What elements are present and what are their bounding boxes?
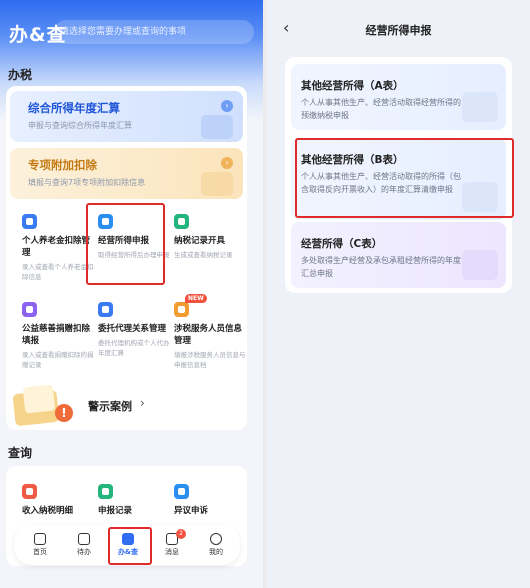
records-icon [98,484,113,499]
tab-label: 消息 [165,548,179,556]
banner-title: 综合所得年度汇算 [28,101,120,115]
grid-item-label: 异议申诉 [174,506,209,516]
grid-item-desc: 录入或查看个人养老金扣除信息 [22,263,94,281]
warning-cases-entry[interactable]: ! 警示案例 › [10,378,247,430]
warning-cases-label: 警示案例 [88,400,132,413]
home-icon [34,533,46,545]
appeal-icon [174,484,189,499]
grid-item-label: 委托代理关系管理 [98,324,167,334]
tab-mine[interactable]: 我的 [198,529,234,557]
card-form-a[interactable]: 其他经营所得（A表） 个人从事其他生产、经营活动取得经营所得的预缴纳税申报 [291,64,506,130]
card-title: 经营所得（C表） [301,238,383,250]
highlight-box [108,527,152,565]
business-income-declaration-screen: ‹ 经营所得申报 其他经营所得（A表） 个人从事其他生产、经营活动取得经营所得的… [267,0,530,588]
banner-subtitle: 填报与查询7项专项附加扣除信息 [28,178,146,187]
grid-item-desc: 填报涉税服务人员信息与申报信息档 [174,351,246,369]
grid-item-pension-deduction[interactable]: 个人养老金扣除管理 录入或查看个人养老金扣除信息 [22,214,94,282]
tab-label: 待办 [77,548,91,556]
search-input[interactable]: 请选择您需要办理或查询的事项 [54,20,254,44]
highlight-box [295,138,514,218]
calculator-icon [201,115,233,139]
card-desc: 多处取得生产经营及承包承租经营所得的年度汇总申报 [301,256,461,278]
document-icon [201,172,233,196]
profile-icon [210,533,222,545]
agency-icon [98,302,113,317]
grid-item-desc: 录入或查看捐赠扣除的捐赠记录 [22,351,94,369]
grid-item-declaration-records[interactable]: 申报记录 [98,484,170,517]
grid-item-agency-management[interactable]: 委托代理关系管理 委托代理机构或个人代办年度汇算 [98,302,170,358]
grid-item-label: 个人养老金扣除管理 [22,236,91,258]
special-deduction-banner[interactable]: 专项附加扣除 填报与查询7项专项附加扣除信息 › [10,148,243,199]
card-desc: 个人从事其他生产、经营活动取得经营所得的预缴纳税申报 [301,98,461,120]
grid-item-label: 申报记录 [98,506,133,516]
grid-item-tax-service-staff[interactable]: NEW 涉税服务人员信息管理 填报涉税服务人员信息与申报信息档 [174,294,246,370]
annual-settlement-banner[interactable]: 综合所得年度汇算 申报与查询综合所得年度汇算 › [10,91,243,142]
grid-item-label: 公益慈善捐赠扣除填报 [22,324,91,346]
grid-item-label: 收入纳税明细 [22,506,74,516]
chevron-right-icon: › [221,157,233,169]
highlight-box [86,203,165,285]
todo-icon [78,533,90,545]
pension-icon [22,214,37,229]
income-icon [22,484,37,499]
tab-label: 首页 [33,548,47,556]
banner-subtitle: 申报与查询综合所得年度汇算 [28,121,132,130]
grid-item-income-details[interactable]: 收入纳税明细 [22,484,94,517]
tab-label: 我的 [209,548,223,556]
card-title: 其他经营所得（A表） [301,80,404,92]
grid-item-desc: 委托代理机构或个人代办年度汇算 [98,339,170,357]
grid-item-desc: 生成或查看纳税记录 [174,251,233,259]
charity-icon [22,302,37,317]
grid-item-label: 纳税记录开具 [174,236,226,246]
form-icon [462,250,498,280]
chevron-right-icon: › [221,100,233,112]
grid-item-appeal[interactable]: 异议申诉 [174,484,246,517]
tab-todo[interactable]: 待办 [66,529,102,557]
staff-info-icon [174,302,189,317]
chevron-right-icon: › [140,396,145,410]
new-badge: NEW [185,294,207,303]
tab-messages[interactable]: 2 消息 [154,529,190,557]
page-title: 经营所得申报 [365,24,432,37]
warning-illustration: ! [10,378,73,430]
unread-badge: 2 [176,529,186,539]
record-icon [174,214,189,229]
section-title-tax: 办税 [8,68,33,82]
tax-services-screen: 办&查 请选择您需要办理或查询的事项 办税 综合所得年度汇算 申报与查询综合所得… [0,0,263,588]
section-title-query: 查询 [8,446,33,460]
tab-home[interactable]: 首页 [22,529,58,557]
grid-item-charity-deduction[interactable]: 公益慈善捐赠扣除填报 录入或查看捐赠扣除的捐赠记录 [22,302,94,370]
grid-item-tax-record[interactable]: 纳税记录开具 生成或查看纳税记录 [174,214,246,260]
grid-item-label: 涉税服务人员信息管理 [174,324,243,346]
form-icon [462,92,498,122]
banner-title: 专项附加扣除 [28,158,97,172]
card-form-c[interactable]: 经营所得（C表） 多处取得生产经营及承包承租经营所得的年度汇总申报 [291,222,506,288]
alert-icon: ! [55,404,73,422]
